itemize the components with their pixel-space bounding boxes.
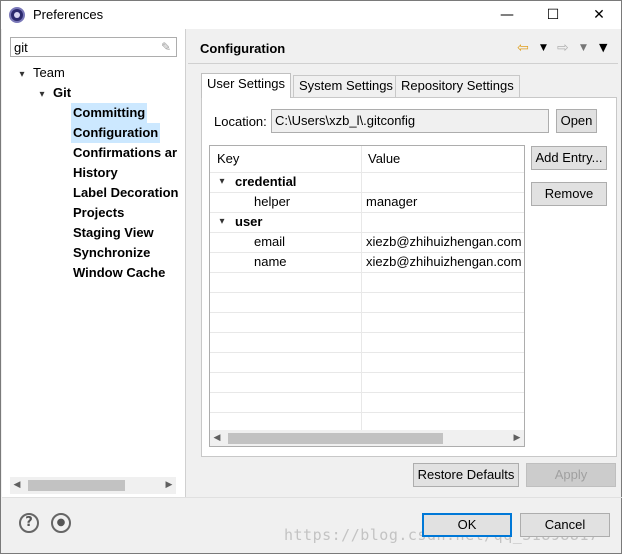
tree-item-projects[interactable]: Projects <box>73 203 124 223</box>
chevron-down-icon[interactable]: ▼ <box>540 39 547 57</box>
scroll-left-icon[interactable]: ◀ <box>210 430 224 446</box>
open-button[interactable]: Open <box>556 109 597 133</box>
location-label: Location: <box>214 114 267 129</box>
tree-item-staging-view[interactable]: Staging View <box>73 223 154 243</box>
clear-filter-icon[interactable]: ✎ <box>158 39 174 55</box>
apply-button[interactable]: Apply <box>526 463 616 487</box>
tab-repository-settings[interactable]: Repository Settings <box>395 75 520 97</box>
tree-item-team[interactable]: Team <box>33 63 65 83</box>
footer-divider <box>2 497 622 498</box>
filter-input[interactable] <box>11 38 151 56</box>
scrollbar-thumb[interactable] <box>28 480 125 491</box>
table-cell-value[interactable]: xiezb@zhihuizhengan.com <box>366 232 522 252</box>
scroll-right-icon[interactable]: ▶ <box>162 477 176 494</box>
scrollbar-thumb[interactable] <box>228 433 443 444</box>
table-cell-value[interactable]: manager <box>366 192 417 212</box>
back-arrow-icon[interactable]: ⇦ <box>517 39 529 57</box>
header-divider <box>188 63 618 64</box>
column-header-key[interactable]: Key <box>210 146 239 172</box>
forward-arrow-icon[interactable]: ⇨ <box>557 39 569 57</box>
table-cell-value[interactable]: xiezb@zhihuizhengan.com <box>366 252 522 272</box>
table-horizontal-scrollbar[interactable]: ◀ ▶ <box>210 430 524 446</box>
import-export-icon[interactable]: ● <box>51 513 71 533</box>
restore-defaults-button[interactable]: Restore Defaults <box>413 463 519 487</box>
close-button[interactable]: ✕ <box>576 1 622 29</box>
preference-tree-panel: ✎ ▾ Team ▾ Git Committing Configuration … <box>2 29 186 497</box>
filter-box[interactable]: ✎ <box>10 37 177 57</box>
tree-item-configuration[interactable]: Configuration <box>71 123 161 143</box>
title-bar: Preferences — ☐ ✕ <box>1 1 621 29</box>
table-cell-key[interactable]: name <box>254 252 287 272</box>
tree-item-committing[interactable]: Committing <box>71 103 148 123</box>
tree-item-confirmations[interactable]: Confirmations ar <box>73 143 177 163</box>
column-divider <box>361 146 362 430</box>
table-row-section-user[interactable]: user <box>235 212 262 232</box>
ok-button[interactable]: OK <box>422 513 512 537</box>
page-title: Configuration <box>200 41 286 56</box>
maximize-button[interactable]: ☐ <box>530 1 576 29</box>
location-field: C:\Users\xzb_l\.gitconfig <box>271 109 549 133</box>
tree-item-git[interactable]: Git <box>53 83 71 103</box>
chevron-down-icon[interactable]: ▼ <box>580 39 587 57</box>
tab-system-settings[interactable]: System Settings <box>293 75 399 97</box>
table-cell-key[interactable]: email <box>254 232 285 252</box>
tree-item-synchronize[interactable]: Synchronize <box>73 243 150 263</box>
window-title: Preferences <box>33 7 104 22</box>
tree-item-label-decorations[interactable]: Label Decoration <box>73 183 178 203</box>
config-table[interactable]: Key Value ▾ credential helper manager ▾ … <box>209 145 525 447</box>
help-icon[interactable]: ? <box>19 513 39 533</box>
tree-horizontal-scrollbar[interactable]: ◀ ▶ <box>10 477 176 494</box>
chevron-down-icon[interactable]: ▾ <box>216 215 228 229</box>
scroll-left-icon[interactable]: ◀ <box>10 477 24 494</box>
view-menu-icon[interactable]: ▼ <box>599 39 607 57</box>
chevron-down-icon[interactable]: ▾ <box>36 89 48 100</box>
chevron-down-icon[interactable]: ▾ <box>16 69 28 80</box>
scroll-right-icon[interactable]: ▶ <box>510 430 524 446</box>
chevron-down-icon[interactable]: ▾ <box>216 175 228 189</box>
add-entry-button[interactable]: Add Entry... <box>531 146 607 170</box>
eclipse-app-icon <box>9 7 25 23</box>
preferences-window: Preferences — ☐ ✕ ✎ ▾ Team ▾ Git Committ… <box>0 0 622 554</box>
tree-item-window-cache[interactable]: Window Cache <box>73 263 165 283</box>
tab-user-settings[interactable]: User Settings <box>201 73 292 98</box>
table-cell-key[interactable]: helper <box>254 192 290 212</box>
table-row-section-credential[interactable]: credential <box>235 172 296 192</box>
cancel-button[interactable]: Cancel <box>520 513 610 537</box>
remove-button[interactable]: Remove <box>531 182 607 206</box>
minimize-button[interactable]: — <box>484 1 530 29</box>
tree-item-history[interactable]: History <box>73 163 118 183</box>
column-header-value[interactable]: Value <box>361 146 400 172</box>
